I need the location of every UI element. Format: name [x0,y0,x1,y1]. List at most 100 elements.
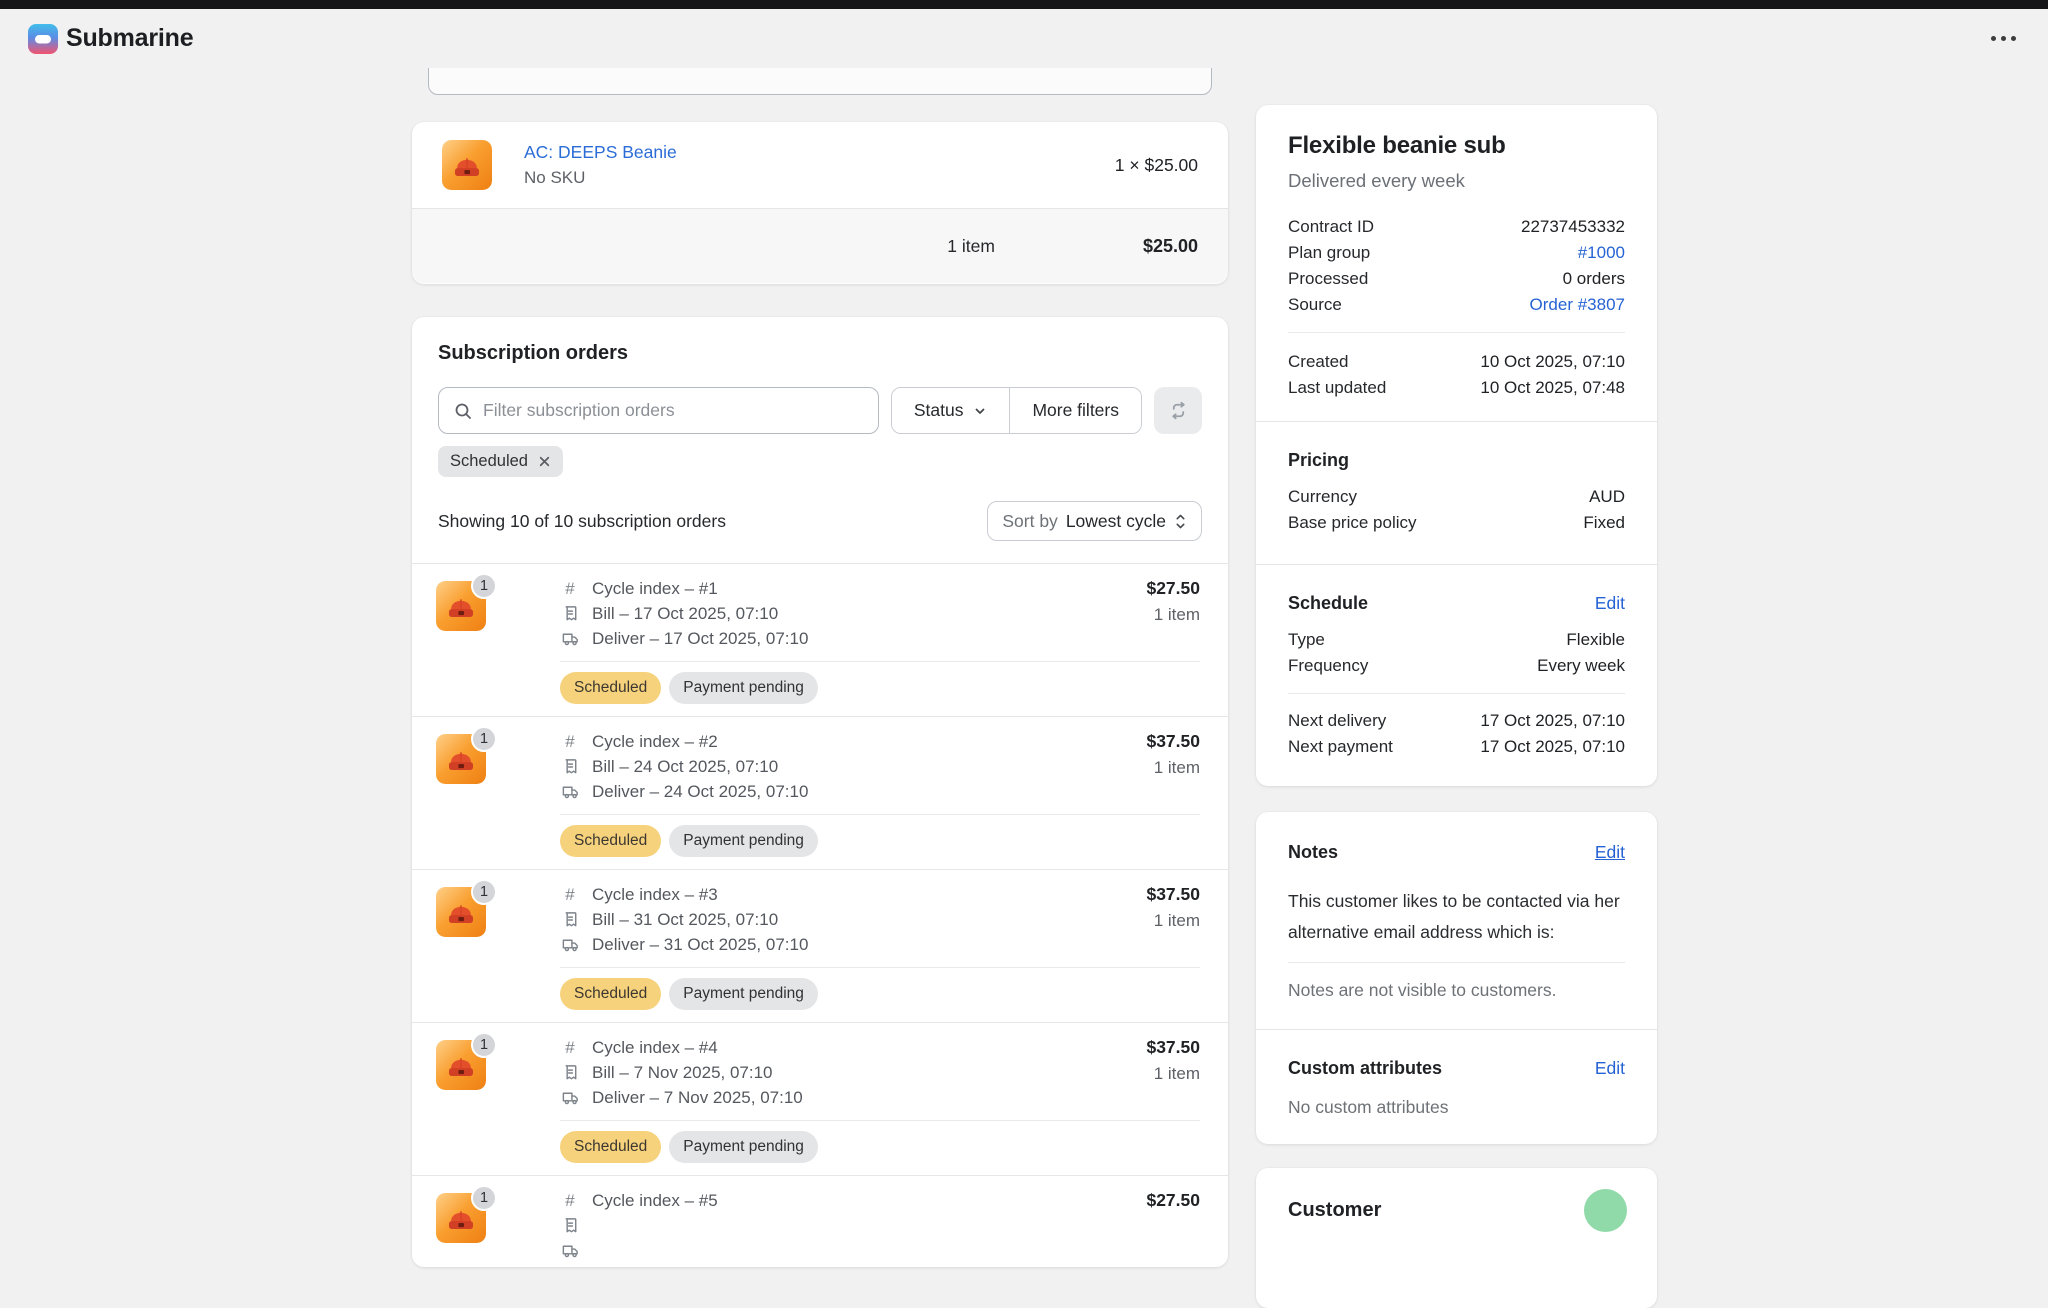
deliver-date: Deliver – 7 Nov 2025, 07:10 [592,1088,803,1108]
truck-icon [560,1088,580,1107]
ellipsis-dot [1991,36,1996,41]
truck-icon [560,1241,580,1260]
more-filters-button[interactable]: More filters [1010,388,1141,433]
updated-label: Last updated [1288,375,1386,401]
next-payment-label: Next payment [1288,734,1393,760]
processed-value: 0 orders [1563,266,1625,292]
divider [560,1120,1200,1121]
status-button-label: Status [914,400,964,421]
contract-subtitle: Delivered every week [1288,168,1625,194]
product-thumbnail [442,140,492,190]
close-icon[interactable] [536,453,553,470]
receipt-icon [560,1216,580,1235]
quantity-badge: 1 [471,879,497,905]
processed-label: Processed [1288,266,1368,292]
source-order-link[interactable]: Order #3807 [1530,292,1625,318]
hash-icon: # [560,579,580,599]
subscription-order-row[interactable]: 1 #Cycle index – #2 Bill – 24 Oct 2025, … [412,716,1228,869]
status-badge-payment-pending: Payment pending [669,672,818,704]
created-label: Created [1288,349,1348,375]
notes-footnote: Notes are not visible to customers. [1288,977,1625,1003]
order-price: $37.50 [1146,1035,1200,1060]
deliver-date: Deliver – 17 Oct 2025, 07:10 [592,629,808,649]
plan-group-label: Plan group [1288,240,1370,266]
base-price-policy-value: Fixed [1583,510,1625,536]
line-items-summary: 1 item $25.00 [412,209,1228,283]
orders-list-header: Showing 10 of 10 subscription orders Sor… [438,501,1202,541]
hash-icon: # [560,885,580,905]
filter-tag-scheduled[interactable]: Scheduled [438,446,563,477]
sort-select[interactable]: Sort by Lowest cycle [987,501,1202,541]
customer-card: Customer [1256,1168,1657,1308]
quantity-badge: 1 [471,726,497,752]
contract-summary-card: Flexible beanie sub Delivered every week… [1256,105,1657,786]
bill-date: Bill – 31 Oct 2025, 07:10 [592,910,778,930]
search-icon [453,401,473,421]
status-badge-scheduled: Scheduled [560,1131,661,1163]
status-badge-payment-pending: Payment pending [669,825,818,857]
search-input[interactable] [483,400,864,421]
app-header: Submarine [0,9,2048,68]
hash-icon: # [560,1038,580,1058]
pricing-section: Pricing CurrencyAUD Base price policyFix… [1288,422,1625,536]
overflow-menu-icon[interactable] [1987,28,2020,49]
subscription-order-row[interactable]: 1 #Cycle index – #1 Bill – 17 Oct 2025, … [412,563,1228,716]
truck-icon [560,935,580,954]
order-price: $37.50 [1146,882,1200,907]
line-item-row: AC: DEEPS Beanie No SKU 1 × $25.00 [412,122,1228,209]
base-price-policy-label: Base price policy [1288,510,1417,536]
order-price: $37.50 [1146,729,1200,754]
truck-icon [560,782,580,801]
notes-edit-link[interactable]: Edit [1595,842,1625,863]
line-items-card: AC: DEEPS Beanie No SKU 1 × $25.00 1 ite… [412,122,1228,284]
order-item-count: 1 item [1146,1061,1200,1086]
subscription-order-row[interactable]: 1 #Cycle index – #5 $27.50 [412,1175,1228,1275]
quantity-badge: 1 [471,1185,497,1211]
divider [1288,332,1625,333]
quantity-badge: 1 [471,573,497,599]
product-sku: No SKU [524,168,677,188]
custom-attributes-edit-link[interactable]: Edit [1595,1058,1625,1079]
plan-group-link[interactable]: #1000 [1578,240,1625,266]
order-thumbnail: 1 [436,734,486,857]
frequency-label: Frequency [1288,653,1368,679]
app-title: Submarine [66,24,193,53]
receipt-icon [560,910,580,929]
subscription-order-row[interactable]: 1 # Cycle index – #3 Bill – 31 Oct 2025, … [412,869,1228,1022]
sort-value: Lowest cycle [1066,511,1166,532]
cycle-index-label: Cycle index – #5 [592,1191,718,1211]
status-filter-button[interactable]: Status [892,388,1010,433]
schedule-edit-link[interactable]: Edit [1595,593,1625,614]
subscription-order-row[interactable]: 1 #Cycle index – #4 Bill – 7 Nov 2025, 0… [412,1022,1228,1175]
pricing-title: Pricing [1288,448,1349,472]
quantity-badge: 1 [471,1032,497,1058]
receipt-icon [560,1063,580,1082]
deliver-date: Deliver – 31 Oct 2025, 07:10 [592,935,808,955]
status-badge-scheduled: Scheduled [560,825,661,857]
sort-label: Sort by [1002,511,1057,532]
order-price: $27.50 [1146,576,1200,601]
next-delivery-label: Next delivery [1288,708,1386,734]
refresh-button[interactable] [1154,387,1202,434]
summary-item-count: 1 item [947,236,995,257]
updated-value: 10 Oct 2025, 07:48 [1480,375,1625,401]
chevron-down-icon [973,404,987,418]
order-item-count: 1 item [1146,755,1200,780]
custom-attributes-section: Custom attributes Edit No custom attribu… [1288,1030,1625,1120]
product-link[interactable]: AC: DEEPS Beanie [524,142,677,163]
showing-count-text: Showing 10 of 10 subscription orders [438,511,726,532]
customer-avatar[interactable] [1584,1189,1627,1232]
submarine-logo [28,24,58,54]
contract-id-value: 22737453332 [1521,214,1625,240]
filter-search-box[interactable] [438,387,879,434]
line-item-qty-price: 1 × $25.00 [1115,155,1198,176]
cycle-index-label: Cycle index – #3 [592,885,718,905]
bill-date: Bill – 24 Oct 2025, 07:10 [592,757,778,777]
next-delivery-value: 17 Oct 2025, 07:10 [1480,708,1625,734]
order-price: $27.50 [1146,1188,1200,1213]
subscription-orders-card: Subscription orders Status [412,317,1228,1267]
contract-title: Flexible beanie sub [1288,131,1625,161]
active-filters-row: Scheduled [438,446,1202,477]
window-top-strip [0,0,2048,9]
currency-label: Currency [1288,484,1357,510]
